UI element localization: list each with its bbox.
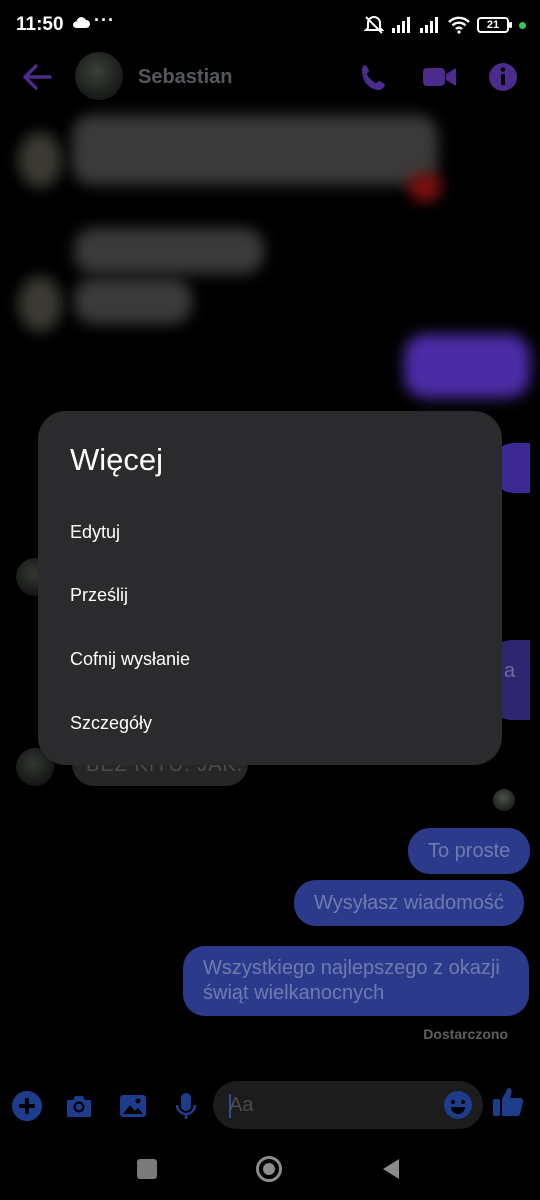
emoji-icon[interactable] (442, 1089, 474, 1121)
home-button[interactable] (256, 1156, 282, 1182)
blurred-avatar (18, 276, 62, 332)
signal-icon (392, 17, 410, 33)
menu-item-unsend[interactable]: Cofnij wysłanie (38, 629, 502, 689)
message-input-field[interactable] (213, 1081, 483, 1129)
blurred-message-bubble (74, 278, 192, 324)
recent-apps-button[interactable] (137, 1159, 157, 1179)
plus-icon[interactable] (11, 1090, 43, 1122)
battery-icon: 21 (477, 17, 512, 33)
thumbs-up-icon[interactable] (490, 1084, 526, 1120)
contact-name[interactable]: Sebastian (138, 66, 232, 89)
microphone-icon[interactable] (170, 1090, 202, 1122)
sent-message-text: To proste (428, 839, 511, 862)
dnd-off-icon (363, 15, 385, 34)
sent-bubble-partial-text: a (504, 660, 516, 682)
overflow-dots: ··· (94, 10, 115, 30)
blurred-avatar (18, 132, 62, 188)
phone-icon[interactable] (358, 62, 390, 94)
menu-item-edit[interactable]: Edytuj (38, 502, 502, 562)
blurred-sent-bubble (404, 334, 530, 398)
read-receipt-avatar (493, 789, 515, 811)
sent-message-bubble[interactable]: Wysyłasz wiadomość (294, 880, 524, 926)
contact-avatar[interactable] (75, 52, 123, 100)
cloud-icon (72, 17, 90, 28)
status-icons: 21 (363, 13, 526, 37)
status-time: 11:50 (16, 14, 64, 35)
signal-icon (420, 17, 438, 33)
system-nav-bar (0, 1140, 540, 1200)
blurred-message-bubble (72, 115, 438, 185)
sent-message-text: Wszystkiego najlepszego z okazji świąt w… (203, 957, 500, 1004)
sent-message-bubble[interactable]: To proste (408, 828, 531, 874)
blurred-message-bubble (74, 228, 264, 274)
blurred-reaction (408, 172, 442, 202)
info-icon[interactable] (487, 61, 519, 93)
menu-item-details[interactable]: Szczegóły (38, 693, 502, 753)
sent-message-text: Wysyłasz wiadomość (314, 891, 504, 914)
more-options-dialog: Więcej Edytuj Prześlij Cofnij wysłanie S… (38, 411, 502, 765)
video-camera-icon[interactable] (422, 63, 458, 91)
status-bar: 11:50 ··· 21 (0, 0, 540, 50)
back-arrow-icon[interactable] (20, 62, 54, 92)
menu-item-forward[interactable]: Prześlij (38, 565, 502, 625)
message-composer (0, 1078, 540, 1134)
chat-header: Sebastian (0, 50, 540, 106)
gallery-icon[interactable] (117, 1090, 149, 1122)
privacy-indicator-dot (519, 21, 526, 29)
dialog-title: Więcej (70, 442, 164, 477)
delivery-status: Dostarczono (423, 1026, 508, 1042)
message-input[interactable] (229, 1081, 439, 1129)
sent-message-bubble[interactable]: Wszystkiego najlepszego z okazji świąt w… (183, 946, 529, 1016)
camera-icon[interactable] (63, 1090, 95, 1122)
battery-level: 21 (486, 19, 500, 31)
wifi-icon (448, 16, 470, 34)
back-triangle-icon[interactable] (380, 1157, 402, 1181)
